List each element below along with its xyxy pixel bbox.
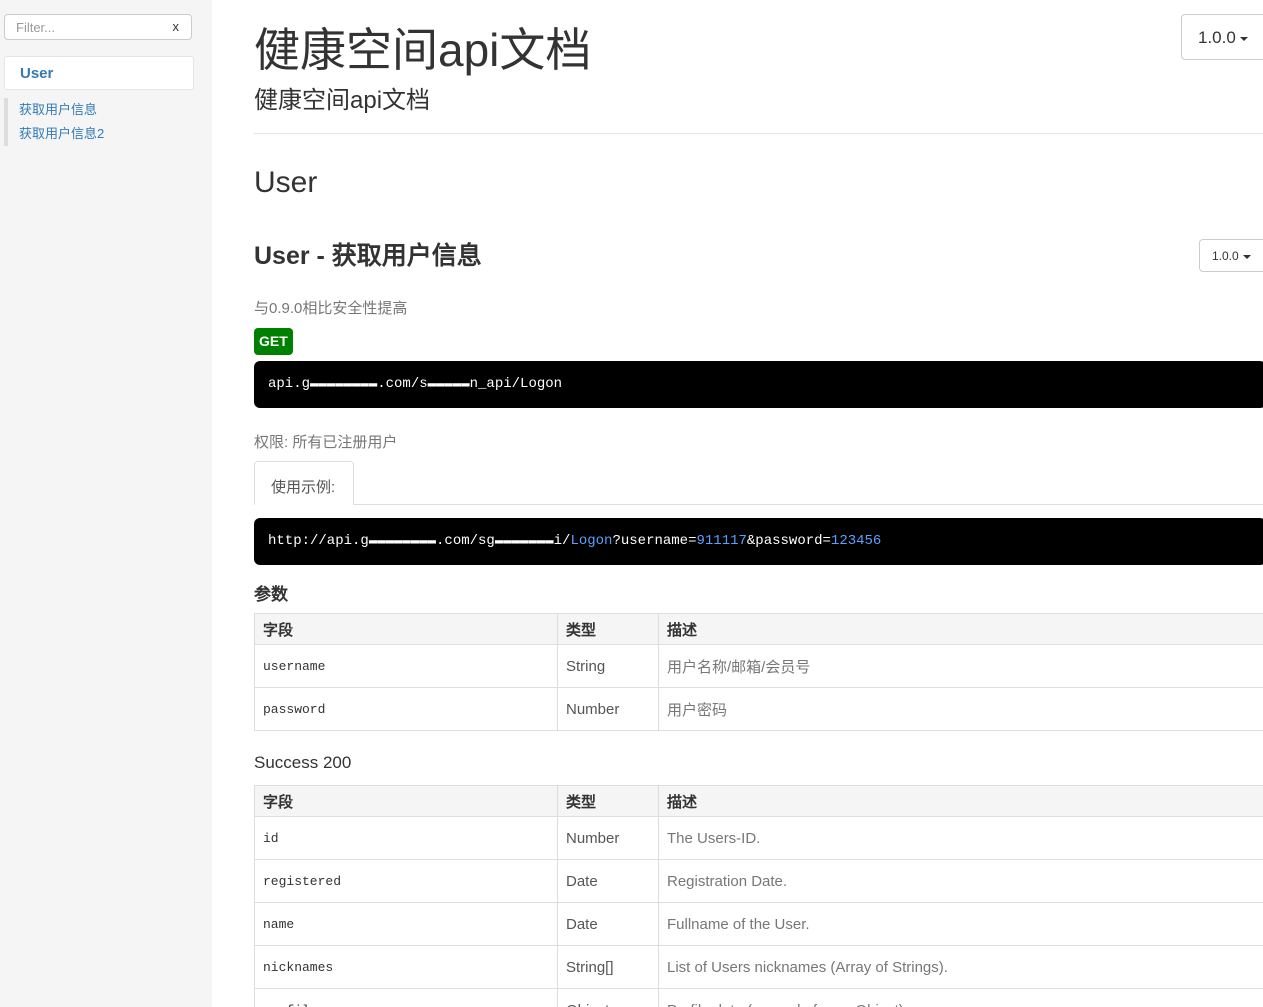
cell-desc: Fullname of the User. (658, 902, 1263, 946)
sidebar-item-get-user-info[interactable]: 获取用户信息 (8, 98, 194, 122)
cell-field: nicknames (254, 945, 558, 989)
sidebar: x User 获取用户信息 获取用户信息2 (0, 0, 212, 1007)
table-row: id Number The Users-ID. (254, 816, 1263, 860)
method-badge: GET (254, 328, 293, 355)
success-heading: Success 200 (254, 753, 352, 772)
table-row: registered Date Registration Date. (254, 859, 1263, 903)
table-row: nicknames String[] List of Users nicknam… (254, 945, 1263, 989)
filter-input[interactable] (5, 15, 155, 39)
api-version-dropdown[interactable]: 1.0.0 (1199, 239, 1263, 272)
page-subtitle: 健康空间api文档 (254, 87, 431, 114)
cell-field: username (254, 644, 558, 688)
chevron-down-icon (1239, 36, 1248, 41)
cell-field: id (254, 816, 558, 860)
success-table: 字段 类型 描述 id Number The Users-ID. registe… (254, 785, 1263, 1007)
column-header-field: 字段 (254, 613, 558, 645)
endpoint-code: api.g▬▬▬▬▬▬▬▬.com/s▬▬▬▬▬n_api/Logon (254, 361, 1263, 408)
cell-desc: Registration Date. (658, 859, 1263, 903)
cell-field: password (254, 687, 558, 731)
sidebar-item-get-user-info-2[interactable]: 获取用户信息2 (8, 122, 194, 146)
version-dropdown[interactable]: 1.0.0 (1181, 14, 1263, 60)
cell-desc: List of Users nicknames (Array of String… (658, 945, 1263, 989)
cell-type: Number (557, 687, 659, 731)
cell-type: Date (557, 902, 659, 946)
table-row: name Date Fullname of the User. (254, 902, 1263, 946)
section-title: User (254, 166, 318, 199)
table-row: password Number 用户密码 (254, 687, 1263, 731)
column-header-desc: 描述 (658, 613, 1263, 645)
endpoint-text: api.g▬▬▬▬▬▬▬▬.com/s▬▬▬▬▬n_api/Logon (268, 376, 563, 392)
sidebar-group-label: User (20, 65, 54, 82)
chevron-down-icon (1242, 254, 1251, 259)
column-header-type: 类型 (557, 785, 659, 817)
tab-example[interactable]: 使用示例: (254, 461, 354, 505)
example-query-2: &password= (746, 533, 831, 549)
api-version-label: 1.0.0 (1212, 249, 1239, 263)
cell-desc: The Users-ID. (658, 816, 1263, 860)
cell-desc: 用户密码 (658, 687, 1263, 731)
column-header-type: 类型 (557, 613, 659, 645)
example-code: http://api.g▬▬▬▬▬▬▬▬.com/sg▬▬▬▬▬▬▬i/Logo… (254, 518, 1263, 565)
page-title: 健康空间api文档 (254, 24, 592, 76)
table-row: profile Object Profile data (example for… (254, 988, 1263, 1007)
params-table: 字段 类型 描述 username String 用户名称/邮箱/会员号 pas… (254, 613, 1263, 731)
divider (254, 133, 1263, 134)
cell-type: Date (557, 859, 659, 903)
sidebar-items: 获取用户信息 获取用户信息2 (4, 98, 194, 146)
cell-field: registered (254, 859, 558, 903)
params-heading: 参数 (254, 585, 288, 604)
cell-type: Object (557, 988, 659, 1007)
filter-box: x (4, 14, 192, 40)
example-prefix: http://api.g▬▬▬▬▬▬▬▬.com/sg▬▬▬▬▬▬▬i/ (268, 533, 571, 549)
cell-type: String (557, 644, 659, 688)
cell-desc: 用户名称/邮箱/会员号 (658, 644, 1263, 688)
api-description: 与0.9.0相比安全性提高 (254, 300, 408, 317)
table-row: username String 用户名称/邮箱/会员号 (254, 644, 1263, 688)
example-value-2: 123456 (830, 533, 882, 549)
cell-field: profile (254, 988, 558, 1007)
api-title: User - 获取用户信息 (254, 242, 482, 270)
sidebar-group-user[interactable]: User (4, 56, 194, 90)
table-header-row: 字段 类型 描述 (254, 613, 1263, 645)
column-header-desc: 描述 (658, 785, 1263, 817)
example-path: Logon (570, 533, 613, 549)
filter-clear-button[interactable]: x (173, 19, 180, 34)
cell-field: name (254, 902, 558, 946)
main-content: 健康空间api文档 健康空间api文档 1.0.0 User User - 获取… (254, 0, 1263, 1007)
cell-type: String[] (557, 945, 659, 989)
tab-bar (254, 504, 1263, 505)
version-label: 1.0.0 (1198, 28, 1236, 47)
permission-text: 权限: 所有已注册用户 (254, 434, 398, 451)
example-value-1: 911117 (696, 533, 747, 549)
cell-type: Number (557, 816, 659, 860)
cell-desc: Profile data (example for an Object) (658, 988, 1263, 1007)
table-header-row: 字段 类型 描述 (254, 785, 1263, 817)
column-header-field: 字段 (254, 785, 558, 817)
example-query-1: ?username= (612, 533, 697, 549)
